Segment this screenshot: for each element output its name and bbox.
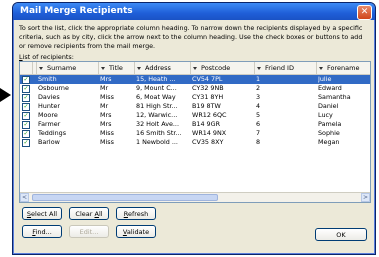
cell-postcode: CV54 7PL xyxy=(192,75,223,83)
close-icon[interactable]: ✕ xyxy=(357,5,372,20)
cell-address: 1 Newbold ... xyxy=(136,138,178,146)
cell-address: 81 High Str... xyxy=(136,102,178,110)
scroll-right-icon[interactable]: > xyxy=(361,193,370,202)
recipients-table[interactable]: Surname Title Address Postcode Friend ID… xyxy=(19,61,371,203)
find-button[interactable]: Find... xyxy=(22,225,62,238)
cell-title: Miss xyxy=(100,138,114,146)
cell-postcode: CV35 8XY xyxy=(192,138,224,146)
dialog-title: Mail Merge Recipients xyxy=(20,6,133,16)
cell-surname: Osbourne xyxy=(38,84,69,92)
cell-title: Mr xyxy=(100,84,109,92)
cell-postcode: B19 8TW xyxy=(192,102,221,110)
column-header-forename[interactable]: Forename xyxy=(316,62,370,74)
dropdown-arrow-icon[interactable] xyxy=(101,66,105,70)
dropdown-arrow-icon[interactable] xyxy=(137,66,141,70)
checkbox-icon[interactable]: ✓ xyxy=(22,139,30,147)
cell-forename: Lucy xyxy=(318,111,333,119)
horizontal-scrollbar[interactable]: < > xyxy=(20,192,370,202)
cell-address: 6, Moat Way xyxy=(136,93,176,101)
cell-forename: Julie xyxy=(318,75,332,83)
cell-forename: Edward xyxy=(318,84,342,92)
cell-title: Mrs xyxy=(100,75,112,83)
cell-surname: Teddings xyxy=(38,129,67,137)
cell-title: Mrs xyxy=(100,120,112,128)
cell-forename: Pamela xyxy=(318,120,342,128)
column-header-postcode[interactable]: Postcode xyxy=(190,62,255,74)
cell-forename: Megan xyxy=(318,138,340,146)
cell-surname: Hunter xyxy=(38,102,60,110)
table-row[interactable]: ✓ Osbourne Mr 9, Mount C... CY32 9NB 2 Edward xyxy=(20,84,370,93)
clear-all-button[interactable]: Clear All xyxy=(69,207,109,220)
table-header: Surname Title Address Postcode Friend ID… xyxy=(20,62,370,75)
cell-friend-id: 8 xyxy=(256,138,261,146)
title-bar[interactable]: Mail Merge Recipients ✕ xyxy=(13,3,375,20)
table-row[interactable]: ✓ Teddings Miss 16 Smith Str... WR14 9NX 7 Sop… xyxy=(20,129,370,138)
cell-postcode: CY31 8YH xyxy=(192,93,224,101)
cell-surname: Smith xyxy=(38,75,57,83)
cell-forename: Daniel xyxy=(318,102,339,110)
cell-address: 15, Heath ... xyxy=(136,75,176,83)
checkbox-icon[interactable]: ✓ xyxy=(22,85,30,93)
cell-friend-id: 4 xyxy=(256,102,261,110)
checkbox-icon[interactable]: ✓ xyxy=(22,94,30,102)
checkbox-icon[interactable]: ✓ xyxy=(22,121,30,129)
instructions-text: To sort the list, click the appropriate … xyxy=(19,24,363,50)
cell-address: 9, Mount C... xyxy=(136,84,177,92)
cell-surname: Barlow xyxy=(38,138,60,146)
cell-friend-id: 1 xyxy=(256,75,261,83)
edit-button: Edit... xyxy=(69,225,109,238)
column-header-surname[interactable]: Surname xyxy=(36,62,99,74)
dropdown-arrow-icon[interactable] xyxy=(39,66,43,70)
scrollbar-thumb[interactable] xyxy=(32,194,218,201)
cell-address: 32 Holt Ave... xyxy=(136,120,179,128)
cell-friend-id: 5 xyxy=(256,111,261,119)
checkbox-icon[interactable]: ✓ xyxy=(22,112,30,120)
scroll-left-icon[interactable]: < xyxy=(20,193,29,202)
cell-forename: Samantha xyxy=(318,93,351,101)
cell-friend-id: 7 xyxy=(256,129,261,137)
table-row[interactable]: ✓ Smith Mrs 15, Heath ... CV54 7PL 1 Julie xyxy=(20,75,370,84)
table-row[interactable]: ✓ Moore Mrs 12, Warwic... WR12 6QC 5 Lucy xyxy=(20,111,370,120)
cell-title: Miss xyxy=(100,93,114,101)
mail-merge-recipients-dialog: Mail Merge Recipients ✕ To sort the list… xyxy=(12,2,376,255)
cell-postcode: B14 9GR xyxy=(192,120,221,128)
validate-button[interactable]: Validate xyxy=(116,225,156,238)
checkbox-icon[interactable]: ✓ xyxy=(22,103,30,111)
dropdown-arrow-icon[interactable] xyxy=(257,66,261,70)
pointer-arrow-icon xyxy=(0,88,11,102)
cell-friend-id: 2 xyxy=(256,84,261,92)
checkbox-icon[interactable]: ✓ xyxy=(22,130,30,138)
column-header-friend-id[interactable]: Friend ID xyxy=(254,62,317,74)
cell-postcode: CY32 9NB xyxy=(192,84,224,92)
cell-title: Miss xyxy=(100,129,114,137)
cell-title: Mrs xyxy=(100,111,112,119)
cell-address: 16 Smith Str... xyxy=(136,129,182,137)
ok-button[interactable]: OK xyxy=(315,228,367,241)
table-row[interactable]: ✓ Davies Miss 6, Moat Way CY31 8YH 3 Samantha xyxy=(20,93,370,102)
table-row[interactable]: ✓ Farmer Mrs 32 Holt Ave... B14 9GR 6 Pamela xyxy=(20,120,370,129)
cell-friend-id: 6 xyxy=(256,120,261,128)
cell-title: Mr xyxy=(100,102,109,110)
cell-surname: Davies xyxy=(38,93,60,101)
cell-forename: Sophie xyxy=(318,129,340,137)
list-of-recipients-label: List of recipients: xyxy=(19,53,74,61)
cell-surname: Farmer xyxy=(38,120,61,128)
refresh-button[interactable]: Refresh xyxy=(116,207,156,220)
cell-surname: Moore xyxy=(38,111,58,119)
column-header-title[interactable]: Title xyxy=(98,62,135,74)
cell-address: 12, Warwic... xyxy=(136,111,178,119)
table-row[interactable]: ✓ Barlow Miss 1 Newbold ... CV35 8XY 8 Megan xyxy=(20,138,370,147)
select-all-button[interactable]: Select All xyxy=(22,207,62,220)
column-header-address[interactable]: Address xyxy=(134,62,191,74)
table-row[interactable]: ✓ Hunter Mr 81 High Str... B19 8TW 4 Daniel xyxy=(20,102,370,111)
dropdown-arrow-icon[interactable] xyxy=(319,66,323,70)
cell-postcode: WR12 6QC xyxy=(192,111,227,119)
checkbox-icon[interactable]: ✓ xyxy=(22,76,30,84)
cell-postcode: WR14 9NX xyxy=(192,129,227,137)
dropdown-arrow-icon[interactable] xyxy=(193,66,197,70)
cell-friend-id: 3 xyxy=(256,93,261,101)
